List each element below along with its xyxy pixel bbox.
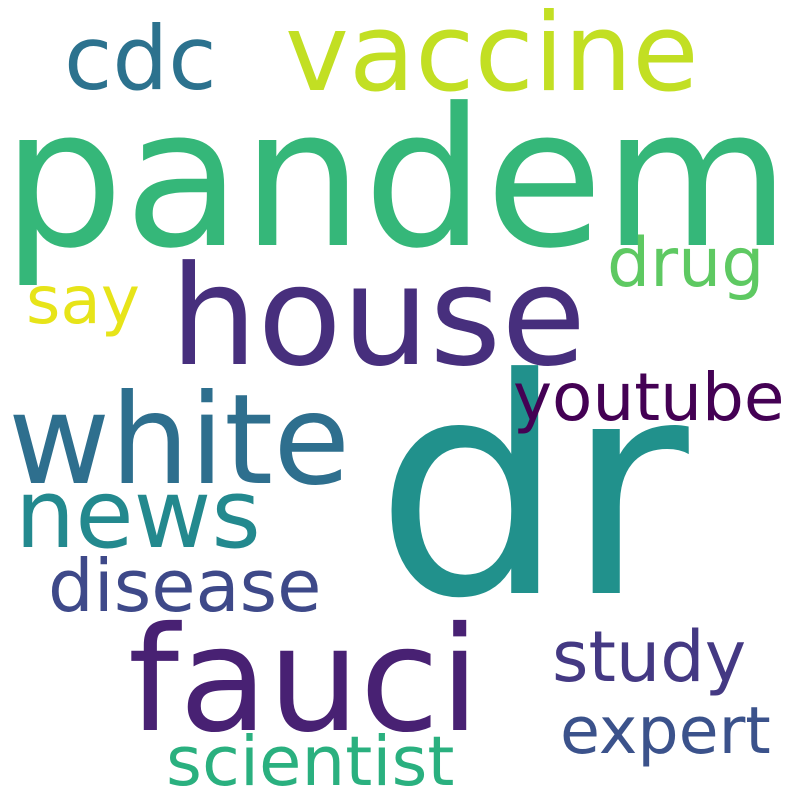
word-drug: drug: [607, 224, 765, 303]
word-vaccine: vaccine: [285, 0, 699, 116]
word-cloud: pandemic house white dr fauci vaccine cd…: [0, 0, 800, 800]
word-scientist: scientist: [166, 722, 455, 800]
word-study: study: [552, 616, 747, 698]
word-youtube: youtube: [513, 359, 785, 436]
word-disease: disease: [48, 544, 322, 628]
word-say: say: [26, 262, 140, 339]
word-cdc: cdc: [64, 7, 217, 110]
word-expert: expert: [560, 694, 771, 769]
